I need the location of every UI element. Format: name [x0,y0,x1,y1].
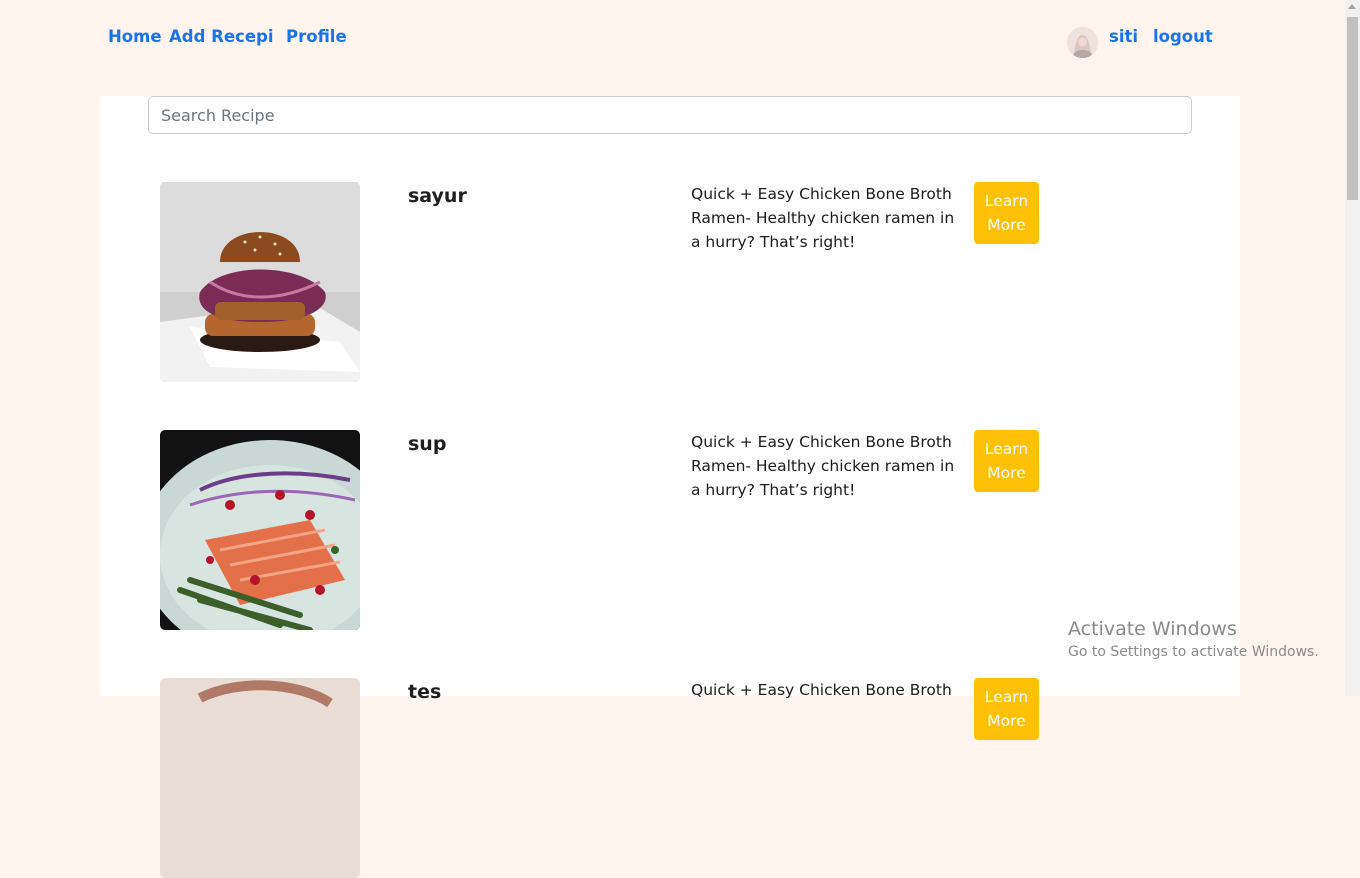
recipe-description: Quick + Easy Chicken Bone Broth Ramen- H… [691,433,955,499]
food-image [160,678,360,878]
windows-activation-watermark: Activate Windows Go to Settings to activ… [1068,618,1319,660]
recipe-title: sayur [408,185,467,207]
recipe-card: tes Quick + Easy Chicken Bone Broth Lear… [160,678,1060,878]
recipe-title: tes [408,681,442,703]
nav-logout-link[interactable]: logout [1153,27,1213,46]
salmon-image [160,430,360,630]
learn-more-button[interactable]: Learn More [974,678,1039,740]
recipe-card: sup Quick + Easy Chicken Bone Broth Rame… [160,430,1060,630]
top-navbar: Home Add Recepi Profile siti logout [0,0,1345,96]
scrollbar-thumb[interactable] [1347,17,1358,200]
recipe-card: sayur Quick + Easy Chicken Bone Broth Ra… [160,182,1060,382]
vertical-scrollbar[interactable] [1345,0,1360,696]
recipe-description: Quick + Easy Chicken Bone Broth [691,681,952,699]
watermark-title: Activate Windows [1068,618,1237,640]
user-avatar[interactable] [1067,27,1098,58]
nav-add-recipe-link[interactable]: Add Recepi [169,27,273,46]
recipe-title: sup [408,433,447,455]
nav-profile-link[interactable]: Profile [286,27,347,46]
watermark-subtitle: Go to Settings to activate Windows. [1068,644,1319,660]
main-content: sayur Quick + Easy Chicken Bone Broth Ra… [100,96,1240,878]
learn-more-button[interactable]: Learn More [974,182,1039,244]
nav-username-link[interactable]: siti [1109,27,1138,46]
search-input[interactable] [148,96,1192,134]
recipe-description: Quick + Easy Chicken Bone Broth Ramen- H… [691,185,955,251]
nav-home-link[interactable]: Home [108,27,162,46]
scroll-up-arrow-icon[interactable] [1348,4,1356,9]
burger-image [160,182,360,382]
learn-more-button[interactable]: Learn More [974,430,1039,492]
